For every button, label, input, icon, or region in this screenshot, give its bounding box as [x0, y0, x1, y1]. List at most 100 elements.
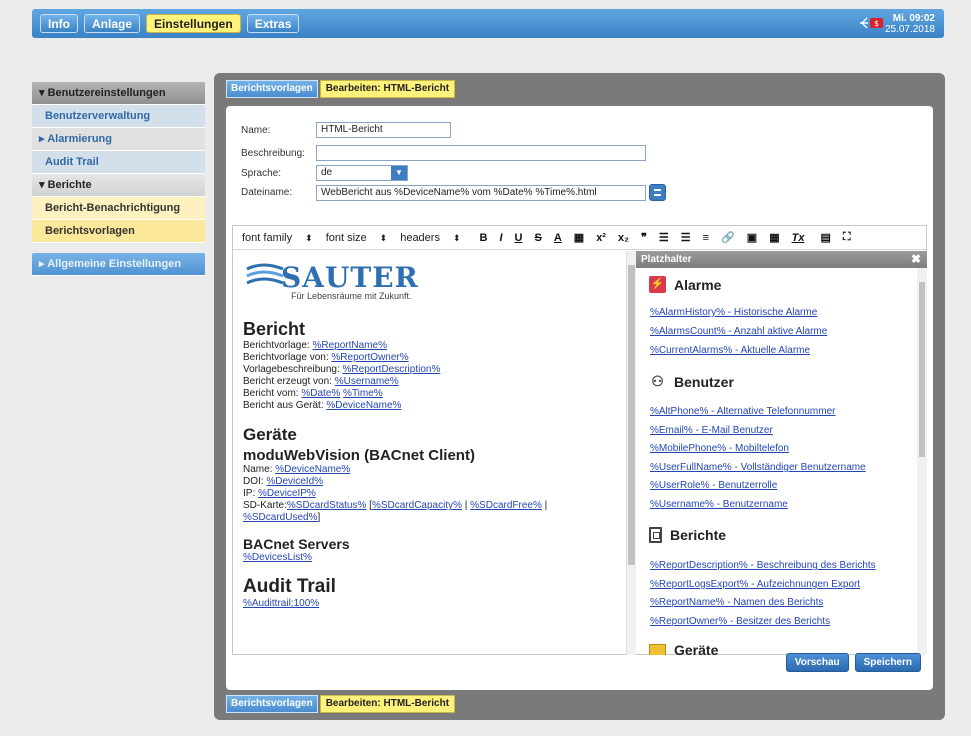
sidebar-item-bericht-benachrichtigung[interactable]: Bericht-Benachrichtigung: [32, 197, 205, 220]
placeholder-link[interactable]: %DevicesList%: [243, 552, 312, 563]
placeholder-link[interactable]: %Time%: [343, 388, 383, 399]
link-button[interactable]: 🔗: [721, 231, 735, 244]
placeholder-item[interactable]: %ReportOwner% - Besitzer des Berichts: [650, 616, 830, 627]
preview-button[interactable]: Vorschau: [785, 653, 849, 672]
font-family-dropdown[interactable]: font family ⬍: [242, 232, 313, 244]
fullscreen-button[interactable]: ⛶: [843, 231, 851, 244]
image-button[interactable]: ▣: [747, 231, 757, 244]
placeholder-item[interactable]: %AlarmsCount% - Anzahl aktive Alarme: [650, 326, 827, 337]
underline-button[interactable]: U: [515, 232, 523, 244]
clock-date: 25.07.2018: [884, 24, 935, 35]
alarm-notification-icon[interactable]: $: [860, 15, 884, 31]
breadcrumb-berichtsvorlagen[interactable]: Berichtsvorlagen: [226, 80, 318, 98]
nav-einstellungen-button[interactable]: Einstellungen: [146, 14, 241, 33]
sidebar-group-benutzereinstellungen[interactable]: ▾ Benutzereinstellungen: [32, 82, 205, 105]
placeholder-link[interactable]: %DeviceName%: [275, 464, 350, 475]
audit-heading: Audit Trail: [243, 576, 336, 597]
device-line: Name: %DeviceName%: [243, 464, 351, 475]
scrollbar-thumb[interactable]: [628, 265, 635, 565]
sidebar-item-berichtsvorlagen[interactable]: Berichtsvorlagen: [32, 220, 205, 243]
nav-extras-button[interactable]: Extras: [246, 14, 300, 33]
placeholder-item[interactable]: %MobilePhone% - Mobiltelefon: [650, 443, 789, 454]
scrollbar-thumb[interactable]: [919, 282, 925, 457]
superscript-button[interactable]: x²: [596, 232, 606, 244]
filename-input[interactable]: WebBericht aus %DeviceName% vom %Date% %…: [316, 184, 646, 201]
placeholder-item[interactable]: %Username% - Benutzername: [650, 499, 788, 510]
language-select[interactable]: de ▼: [316, 165, 408, 181]
document-scrollbar[interactable]: [626, 251, 636, 655]
category-benutzer: ⚇ Benutzer: [649, 373, 734, 390]
placeholder-item[interactable]: %CurrentAlarms% - Aktuelle Alarme: [650, 345, 810, 356]
source-view-button[interactable]: ▤: [820, 231, 830, 244]
device-line: %SDcardUsed%]: [243, 512, 321, 523]
placeholder-item[interactable]: %ReportName% - Namen des Berichts: [650, 597, 823, 608]
report-line: Berichtvorlage von: %ReportOwner%: [243, 352, 409, 363]
name-input[interactable]: HTML-Bericht: [316, 122, 451, 138]
filename-row: Dateiname: WebBericht aus %DeviceName% v…: [241, 184, 666, 201]
sidebar-group-allgemeine-einstellungen[interactable]: ▸ Allgemeine Einstellungen: [32, 253, 205, 276]
breadcrumb-berichtsvorlagen[interactable]: Berichtsvorlagen: [226, 695, 318, 713]
placeholder-link[interactable]: %ReportOwner%: [331, 352, 408, 363]
placeholder-item[interactable]: %AltPhone% - Alternative Telefonnummer: [650, 406, 835, 417]
sidebar-item-audit-trail[interactable]: Audit Trail: [32, 151, 205, 174]
close-icon[interactable]: ✖: [911, 251, 921, 268]
ordered-list-button[interactable]: ☰: [681, 231, 691, 244]
clear-format-button[interactable]: Tx: [792, 232, 805, 244]
datetime-display: Mi. 09:02 25.07.2018: [885, 13, 935, 35]
highlight-button[interactable]: ▦: [574, 231, 584, 244]
report-icon: [649, 527, 662, 543]
placeholder-item[interactable]: %ReportLogsExport% - Aufzeichnungen Expo…: [650, 579, 860, 590]
placeholder-item[interactable]: %Email% - E-Mail Benutzer: [650, 425, 773, 436]
subscript-button[interactable]: x₂: [618, 232, 629, 244]
logo-wordmark: SAUTER: [281, 261, 419, 294]
placeholder-link[interactable]: %SDcardStatus%: [287, 500, 366, 511]
placeholder-link[interactable]: %Audittrail;100%: [243, 598, 319, 609]
name-label: Name:: [241, 124, 271, 136]
list-icon: [654, 189, 661, 196]
editor-card: Name: HTML-Bericht Beschreibung: Sprache…: [226, 106, 933, 690]
sidebar-group-berichte[interactable]: ▾ Berichte: [32, 174, 205, 197]
save-button[interactable]: Speichern: [854, 653, 921, 672]
sidebar-item-benutzerverwaltung[interactable]: Benutzerverwaltung: [32, 105, 205, 128]
placeholder-item[interactable]: %UserRole% - Benutzerrolle: [650, 480, 777, 491]
placeholder-item[interactable]: %ReportDescription% - Beschreibung des B…: [650, 560, 876, 571]
placeholder-link[interactable]: %Username%: [335, 376, 399, 387]
placeholder-link[interactable]: %DeviceIP%: [258, 488, 316, 499]
placeholder-link[interactable]: %Date%: [301, 388, 340, 399]
unordered-list-button[interactable]: ☰: [659, 231, 669, 244]
bacnet-heading: BACnet Servers: [243, 536, 350, 552]
placeholder-link[interactable]: %ReportDescription%: [343, 364, 441, 375]
placeholder-link[interactable]: %DeviceId%: [266, 476, 323, 487]
nav-info-button[interactable]: Info: [40, 14, 78, 33]
placeholder-link[interactable]: %SDcardFree%: [470, 500, 542, 511]
strikethrough-button[interactable]: S: [534, 232, 541, 244]
blockquote-button[interactable]: ❞: [641, 231, 647, 244]
bold-button[interactable]: B: [480, 232, 488, 244]
logo-tagline: Für Lebensräume mit Zukunft.: [291, 291, 412, 301]
italic-button[interactable]: I: [499, 232, 502, 244]
placeholder-list-button[interactable]: [649, 184, 666, 201]
nav-anlage-button[interactable]: Anlage: [84, 14, 141, 33]
placeholder-scrollbar[interactable]: [917, 268, 927, 655]
placeholder-list: ⚡ Alarme %AlarmHistory% - Historische Al…: [636, 268, 927, 655]
report-line: Berichtvorlage: %ReportName%: [243, 340, 387, 351]
description-input[interactable]: [316, 145, 646, 161]
placeholder-link[interactable]: %SDcardUsed%: [243, 512, 317, 523]
placeholder-link[interactable]: %SDcardCapacity%: [372, 500, 462, 511]
sauter-waves-icon: [246, 263, 284, 285]
placeholder-link[interactable]: %ReportName%: [312, 340, 386, 351]
headers-dropdown[interactable]: headers ⬍: [400, 232, 460, 244]
breadcrumb-current: Bearbeiten: HTML-Bericht: [319, 80, 456, 98]
sidebar-label: Berichte: [47, 179, 92, 191]
font-size-dropdown[interactable]: font size ⬍: [326, 232, 388, 244]
placeholder-item[interactable]: %UserFullName% - Vollständiger Benutzern…: [650, 462, 866, 473]
document-content[interactable]: SAUTER Für Lebensräume mit Zukunft. Beri…: [233, 251, 636, 655]
sidebar-item-alarmierung[interactable]: ▸ Alarmierung: [32, 128, 205, 151]
placeholder-item[interactable]: %AlarmHistory% - Historische Alarme: [650, 307, 817, 318]
geraete-heading: Geräte: [243, 425, 297, 444]
align-button[interactable]: ≡: [703, 232, 709, 244]
table-button[interactable]: ▦: [769, 231, 779, 244]
clock-time: Mi. 09:02: [892, 13, 935, 24]
placeholder-link[interactable]: %DeviceName%: [326, 400, 401, 411]
text-color-button[interactable]: A: [554, 232, 562, 244]
